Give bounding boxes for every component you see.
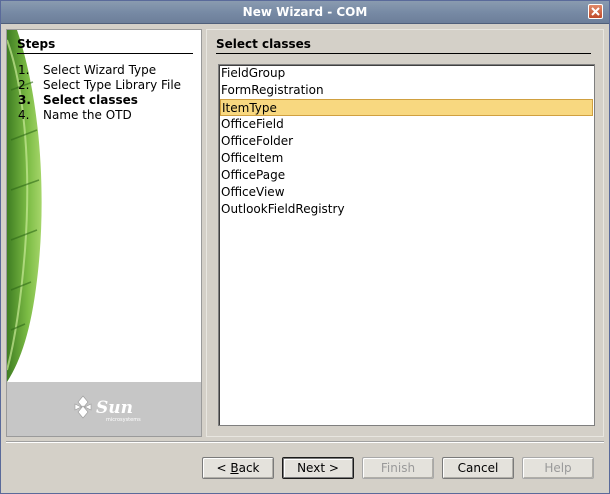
step-label: Name the OTD [43,108,132,122]
list-item[interactable]: OfficeField [220,116,593,133]
close-button[interactable] [588,4,603,19]
step-item: 1. Select Wizard Type [18,63,198,77]
step-number: 2. [18,78,30,92]
list-item[interactable]: OutlookFieldRegistry [220,201,593,218]
list-item[interactable]: FieldGroup [220,65,593,82]
step-item: 2. Select Type Library File [18,78,198,92]
list-item[interactable]: FormRegistration [220,82,593,99]
sun-logo: Sun microsystems [74,395,141,423]
back-prefix: < [216,461,231,475]
branding-area: Sun microsystems [7,382,201,436]
list-item[interactable]: OfficeItem [220,150,593,167]
content-panel: Select classes FieldGroup FormRegistrati… [206,29,604,437]
svg-text:microsystems: microsystems [106,417,141,423]
back-button[interactable]: < Back [202,457,274,479]
close-icon [591,7,600,16]
separator [6,441,604,443]
step-label: Select classes [43,93,138,107]
step-number: 3. [18,93,31,107]
steps-heading: Steps [17,37,193,54]
step-number: 1. [18,63,30,77]
page-title: Select classes [216,37,591,54]
help-button[interactable]: Help [522,457,594,479]
finish-button[interactable]: Finish [362,457,434,479]
list-item[interactable]: OfficeFolder [220,133,593,150]
step-label: Select Wizard Type [43,63,157,77]
list-item-selected[interactable]: ItemType [220,99,593,116]
step-item-current: 3. Select classes [18,93,198,107]
back-mnemonic: B [230,461,239,475]
next-button[interactable]: Next > [282,457,354,479]
back-rest: ack [238,461,260,475]
window-title: New Wizard - COM [242,5,368,19]
step-label: Select Type Library File [43,78,182,92]
classes-list[interactable]: FieldGroup FormRegistration ItemType Off… [218,64,595,426]
title-bar[interactable]: New Wizard - COM [1,1,609,24]
wizard-window: New Wizard - COM Steps 1. Select Wizard T… [0,0,610,494]
svg-text:Sun: Sun [96,398,133,418]
step-item: 4. Name the OTD [18,108,198,122]
list-item[interactable]: OfficeView [220,184,593,201]
steps-panel: Steps 1. Select Wizard Type 2. Select Type… [6,29,202,437]
cancel-button[interactable]: Cancel [442,457,514,479]
step-number: 4. [18,108,30,122]
list-item[interactable]: OfficePage [220,167,593,184]
